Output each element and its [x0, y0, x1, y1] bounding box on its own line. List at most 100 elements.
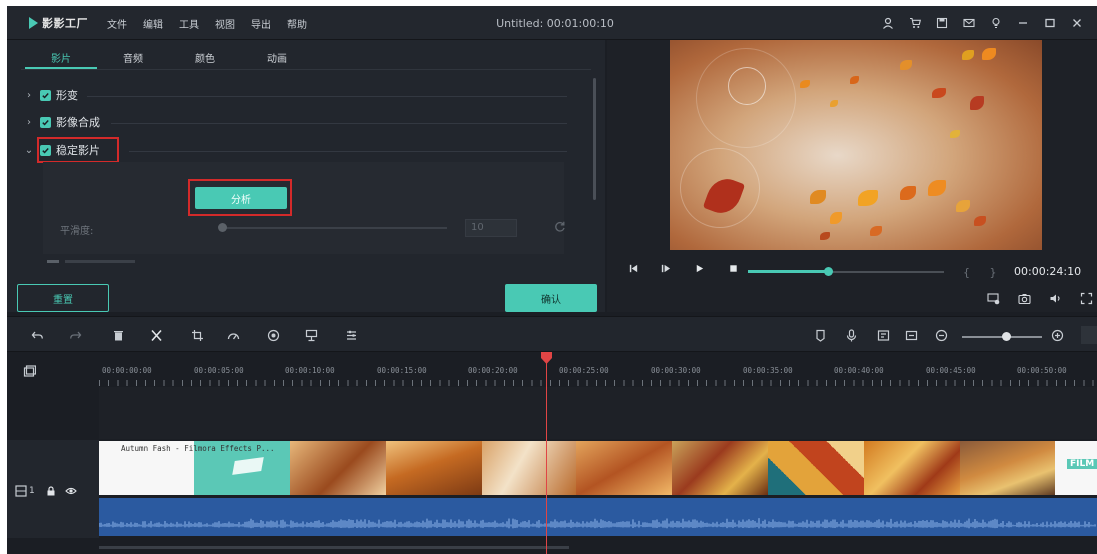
smoothness-slider-handle[interactable] [218, 223, 227, 232]
mark-in-out-icon[interactable]: { } [963, 266, 1005, 279]
microphone-icon[interactable] [843, 327, 859, 343]
menu-edit[interactable]: 编辑 [143, 16, 163, 31]
clip-thumbnail [960, 441, 1055, 495]
tabs-divider [21, 69, 591, 70]
tab-video[interactable]: 影片 [25, 45, 97, 69]
audio-mixer-icon[interactable] [343, 327, 359, 343]
mail-icon[interactable] [961, 15, 977, 31]
reset-icon[interactable] [553, 220, 567, 234]
chevron-right-icon[interactable]: › [24, 117, 34, 128]
render-preview-icon[interactable] [985, 290, 1001, 306]
timeline-toolbar [7, 316, 1097, 352]
delete-icon[interactable] [110, 327, 126, 343]
tab-audio[interactable]: 音频 [97, 45, 169, 69]
color-icon[interactable] [265, 327, 281, 343]
clip-thumbnail: FILM [1055, 441, 1097, 495]
chevron-right-icon[interactable]: › [24, 90, 34, 101]
snapshot-icon[interactable] [1016, 290, 1032, 306]
section-compositing[interactable]: › 影像合成 [24, 113, 100, 131]
menu-export[interactable]: 导出 [251, 16, 271, 31]
section-divider [111, 123, 567, 124]
fullscreen-icon[interactable] [1078, 290, 1094, 306]
menu-bar: 文件 编辑 工具 视图 导出 帮助 [107, 16, 323, 31]
clip-thumbnail [482, 441, 576, 495]
crop-icon[interactable] [189, 327, 205, 343]
playhead-line[interactable] [546, 356, 547, 554]
transform-checkbox[interactable] [40, 89, 51, 101]
preview-video-frame [670, 40, 1042, 250]
ruler-label: 00:00:40:00 [834, 366, 884, 375]
analyze-highlight [188, 179, 292, 216]
volume-icon[interactable] [1047, 290, 1063, 306]
clip-thumbnail [864, 441, 960, 495]
autumn-leaf [928, 180, 946, 196]
ruler-label: 00:00:20:00 [468, 366, 518, 375]
autumn-leaf [900, 186, 916, 200]
cut-icon[interactable] [148, 327, 164, 343]
user-icon[interactable] [880, 15, 896, 31]
empty-track-area[interactable] [99, 387, 1097, 439]
close-icon[interactable] [1069, 15, 1085, 31]
clip-title: Autumn Fash - Filmora Effects P... [121, 444, 275, 453]
preview-timecode: 00:00:24:10 [1014, 265, 1082, 278]
redo-icon[interactable] [67, 327, 83, 343]
minimize-icon[interactable] [1015, 15, 1031, 31]
chevron-down-icon[interactable]: ⌄ [24, 145, 34, 156]
menu-help[interactable]: 帮助 [287, 16, 307, 31]
speed-icon[interactable] [225, 327, 241, 343]
waveform-path [98, 518, 1096, 529]
green-screen-icon[interactable] [303, 327, 319, 343]
audio-waveform [98, 518, 1096, 529]
ok-button[interactable]: 确认 [505, 284, 597, 312]
film-icon [15, 485, 27, 497]
smoothness-value-field[interactable]: 10 [465, 219, 517, 237]
property-tabs: 影片 音频 颜色 动画 [25, 45, 313, 69]
zoom-out-icon[interactable] [933, 327, 949, 343]
panel-scrollbar[interactable] [593, 78, 596, 200]
smoothness-label: 平滑度: [60, 226, 94, 237]
toolbar-overflow[interactable] [1081, 326, 1097, 344]
track-number: 1 [29, 486, 35, 496]
compositing-checkbox[interactable] [40, 116, 51, 128]
reset-button[interactable]: 重置 [17, 284, 109, 312]
timeline-bottom [99, 538, 1097, 554]
menu-tools[interactable]: 工具 [179, 16, 199, 31]
play-icon[interactable] [693, 262, 705, 274]
undo-icon[interactable] [29, 327, 45, 343]
snap-icon[interactable] [903, 327, 919, 343]
autumn-leaf [858, 190, 878, 206]
stop-icon[interactable] [727, 262, 739, 274]
end-clip-text: FILM [1067, 459, 1097, 469]
section-transform[interactable]: › 形变 [24, 86, 78, 104]
add-track-icon[interactable] [21, 363, 37, 379]
menu-view[interactable]: 视图 [215, 16, 235, 31]
save-icon[interactable] [934, 15, 950, 31]
ruler-label: 00:00:00:00 [102, 366, 152, 375]
lock-icon[interactable] [45, 485, 57, 497]
marker-icon[interactable] [812, 327, 828, 343]
audio-waveform-clip[interactable] [98, 498, 1097, 536]
bulb-icon[interactable] [988, 15, 1004, 31]
timeline-scrollbar[interactable] [99, 546, 569, 549]
zoom-slider-handle[interactable] [1002, 332, 1011, 341]
cart-icon[interactable] [907, 15, 923, 31]
autumn-leaf [956, 200, 970, 212]
tab-animation[interactable]: 动画 [241, 45, 313, 69]
video-clip[interactable]: FILM Autumn Fash - Filmora Effects P... [99, 441, 1097, 495]
smoothness-slider[interactable] [221, 227, 447, 229]
playback-progress-handle[interactable] [824, 267, 833, 276]
stabilization-settings [43, 162, 564, 254]
menu-file[interactable]: 文件 [107, 16, 127, 31]
previous-frame-icon[interactable] [627, 262, 639, 274]
tab-color[interactable]: 颜色 [169, 45, 241, 69]
autumn-leaf [950, 130, 960, 138]
autumn-leaf [810, 190, 826, 204]
clip-thumbnail [768, 441, 864, 495]
play-frame-icon[interactable] [659, 262, 671, 274]
eye-icon[interactable] [64, 485, 77, 497]
autumn-leaf [974, 216, 986, 226]
voiceover-icon[interactable] [875, 327, 891, 343]
maximize-icon[interactable] [1042, 15, 1058, 31]
playhead-handle-icon[interactable] [540, 351, 553, 365]
zoom-in-icon[interactable] [1049, 327, 1065, 343]
